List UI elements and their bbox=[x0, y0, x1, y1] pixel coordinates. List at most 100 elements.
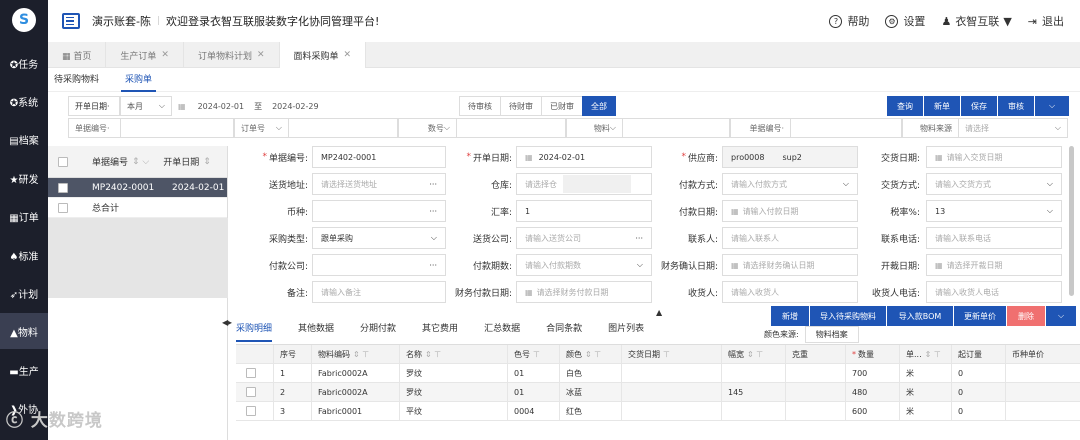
receiver-phone-field[interactable]: 请输入收货人电话 bbox=[926, 281, 1062, 303]
tab-other-fees[interactable]: 其它费用 bbox=[422, 316, 458, 342]
status-finance-approved[interactable]: 已财审 bbox=[541, 96, 583, 116]
warehouse-field[interactable]: 请选择仓 bbox=[516, 173, 652, 195]
tab-order-material-plan[interactable]: 订单物料计划 ✕ bbox=[184, 42, 280, 68]
col-name[interactable]: 名称 ⇕ ⊤ bbox=[400, 344, 508, 364]
sort-icon[interactable]: ⇕ ⌵ bbox=[132, 157, 149, 167]
invoice-date-field[interactable]: ▦ 请选择开裁日期 bbox=[926, 254, 1062, 276]
period-select[interactable]: 本月 ⌵ bbox=[120, 96, 172, 116]
col-open-date[interactable]: 开单日期 bbox=[163, 155, 199, 168]
more-dropdown-button[interactable]: ⌵ bbox=[1035, 96, 1069, 116]
filter-icon[interactable]: ⊤ bbox=[533, 350, 540, 359]
delete-button[interactable]: 删除 bbox=[1007, 306, 1045, 326]
close-icon[interactable]: ✕ bbox=[257, 50, 265, 60]
rate-field[interactable]: 1 bbox=[516, 200, 652, 222]
doc-no-field[interactable]: MP2402-0001 bbox=[312, 146, 446, 168]
select-all-checkbox[interactable] bbox=[58, 156, 68, 167]
tab-contract[interactable]: 合同条款 bbox=[546, 316, 582, 342]
filter-icon[interactable]: ⊤ bbox=[663, 350, 670, 359]
date-range[interactable]: ▦ 2024-02-01 至 2024-02-29 bbox=[172, 96, 400, 116]
sidebar-item-material[interactable]: ▲物料 bbox=[0, 313, 48, 349]
cell-width[interactable] bbox=[722, 401, 786, 421]
cell-unit[interactable]: 米 bbox=[900, 363, 952, 383]
ellipsis-icon[interactable]: ··· bbox=[429, 207, 437, 216]
material-input[interactable] bbox=[622, 118, 730, 138]
fin-confirm-field[interactable]: ▦ 请选择财务确认日期 bbox=[722, 254, 858, 276]
sidebar-item-archive[interactable]: ▤档案 bbox=[0, 121, 48, 157]
cell-qty[interactable]: 480 bbox=[846, 382, 900, 402]
cell-moq[interactable]: 0 bbox=[952, 401, 1006, 421]
doc-no-input[interactable] bbox=[120, 118, 234, 138]
open-date-field[interactable]: ▦ 2024-02-01 bbox=[516, 146, 652, 168]
color-source-value[interactable]: 物料档案 bbox=[804, 326, 859, 343]
cell-color[interactable]: 冰蓝 bbox=[560, 382, 622, 402]
cell-qty[interactable]: 600 bbox=[846, 401, 900, 421]
save-button[interactable]: 保存 bbox=[961, 96, 997, 116]
ellipsis-icon[interactable]: ··· bbox=[429, 180, 437, 189]
tab-other-data[interactable]: 其他数据 bbox=[298, 316, 334, 342]
shipper-field[interactable]: 请输入送货公司 ··· bbox=[516, 227, 652, 249]
pay-period-select[interactable]: 请输入付款期数 ⌵ bbox=[516, 254, 652, 276]
receiver-field[interactable]: 请输入收货人 bbox=[722, 281, 858, 303]
tab-images[interactable]: 图片列表 bbox=[608, 316, 644, 342]
sidebar-item-task[interactable]: ✪任务 bbox=[0, 45, 48, 81]
ellipsis-icon[interactable]: ··· bbox=[635, 234, 643, 243]
material-source-select[interactable]: 请选择 ⌵ bbox=[958, 118, 1068, 138]
col-color[interactable]: 颜色 ⇕ ⊤ bbox=[560, 344, 622, 364]
sidebar-item-system[interactable]: ✪系统 bbox=[0, 83, 48, 119]
new-button[interactable]: 新单 bbox=[924, 96, 960, 116]
supplier-field[interactable]: pro0008 sup2 bbox=[722, 146, 858, 168]
tab-summary[interactable]: 汇总数据 bbox=[484, 316, 520, 342]
doc-no2-input[interactable] bbox=[790, 118, 902, 138]
cell-color-no[interactable]: 01 bbox=[508, 382, 560, 402]
cell-width[interactable]: 145 bbox=[722, 382, 786, 402]
sidebar-item-rd[interactable]: ★研发 bbox=[0, 160, 48, 196]
approve-button[interactable]: 审核 bbox=[998, 96, 1034, 116]
status-pending-finance[interactable]: 待财审 bbox=[500, 96, 542, 116]
tab-fabric-purchase[interactable]: 面料采购单 ✕ bbox=[279, 42, 367, 68]
user-menu[interactable]: ♟ 衣智互联 ▼ bbox=[941, 13, 1011, 29]
sidebar-item-standard[interactable]: ♠标准 bbox=[0, 237, 48, 273]
sort-filter-icon[interactable]: ⇕ ⊤ bbox=[925, 350, 941, 359]
cell-name[interactable]: 平纹 bbox=[400, 401, 508, 421]
order-no-input[interactable] bbox=[288, 118, 398, 138]
app-logo-icon[interactable]: S bbox=[12, 8, 36, 32]
purchase-type-select[interactable]: 跟单采购 ⌵ bbox=[312, 227, 446, 249]
pay-company-field[interactable]: ··· bbox=[312, 254, 446, 276]
tax-select[interactable]: 13 ⌵ bbox=[926, 200, 1062, 222]
close-icon[interactable]: ✕ bbox=[344, 50, 352, 60]
logout-link[interactable]: ⇥ 退出 bbox=[1028, 13, 1064, 29]
cell-weight[interactable] bbox=[786, 382, 846, 402]
tab-purchase-detail[interactable]: 采购明细 bbox=[236, 316, 273, 342]
col-doc-no[interactable]: 单据编号 bbox=[92, 155, 128, 168]
qty-input[interactable] bbox=[456, 118, 566, 138]
sort-filter-icon[interactable]: ⇕ ⊤ bbox=[353, 350, 369, 359]
col-width[interactable]: 幅宽 ⇕ ⊤ bbox=[722, 344, 786, 364]
row-checkbox[interactable] bbox=[58, 182, 68, 193]
import-bom-button[interactable]: 导入款BOM bbox=[887, 306, 953, 326]
subtab-purchase-order[interactable]: 采购单 bbox=[121, 68, 157, 92]
cell-width[interactable] bbox=[722, 363, 786, 383]
date-filter-label[interactable]: 开单日期· bbox=[68, 96, 120, 116]
tab-home[interactable]: ▦ 首页 bbox=[48, 42, 107, 68]
sidebar-item-plan[interactable]: ➶计划 bbox=[0, 275, 48, 311]
cell-color-no[interactable]: 0004 bbox=[508, 401, 560, 421]
table-row[interactable]: 1 Fabric0002A 罗纹 01 白色 700 米 0 bbox=[236, 363, 1080, 383]
cell-material-code[interactable]: Fabric0002A bbox=[312, 363, 400, 383]
cell-currency-price[interactable] bbox=[1006, 364, 1080, 383]
material-label[interactable]: 物料 ⌵ bbox=[566, 118, 622, 138]
settings-link[interactable]: ⚙ 设置 bbox=[885, 13, 925, 29]
fin-pay-field[interactable]: ▦ 请选择财务付款日期 bbox=[516, 281, 652, 303]
delivery-method-select[interactable]: 请输入交货方式 ⌵ bbox=[926, 173, 1062, 195]
qty-label[interactable]: 数号 ⌵ bbox=[398, 118, 456, 138]
table-row[interactable]: 2 Fabric0002A 罗纹 01 冰蓝 145 480 米 0 bbox=[236, 382, 1080, 402]
more-actions-button[interactable]: ⌵ bbox=[1046, 306, 1076, 326]
update-price-button[interactable]: 更新单价 bbox=[954, 306, 1006, 326]
tab-installment[interactable]: 分期付款 bbox=[360, 316, 396, 342]
cell-moq[interactable]: 0 bbox=[952, 382, 1006, 402]
sidebar-item-order[interactable]: ▦订单 bbox=[0, 198, 48, 234]
sort-filter-icon[interactable]: ⇕ ⊤ bbox=[425, 350, 441, 359]
col-delivery-date[interactable]: 交货日期 ⊤ bbox=[622, 344, 722, 364]
order-no-label[interactable]: 订单号 ⌵ bbox=[234, 118, 288, 138]
sort-icon[interactable]: ⇕ bbox=[203, 157, 211, 167]
menu-toggle-icon[interactable] bbox=[62, 13, 80, 29]
